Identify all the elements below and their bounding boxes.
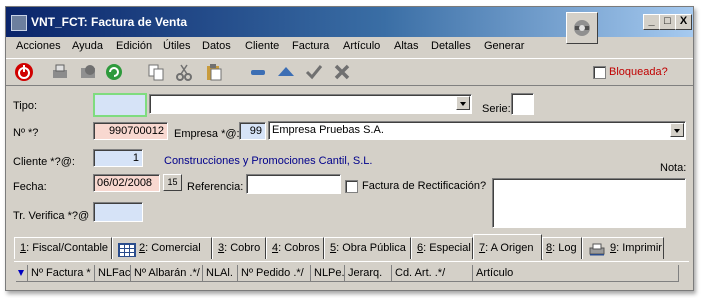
menu-datos[interactable]: Datos [202, 40, 231, 52]
grid-sort-indicator[interactable] [16, 265, 28, 282]
tab-obra-publica[interactable]: 5: Obra Pública [324, 237, 411, 259]
serie-label: Serie: [482, 103, 511, 115]
blocked-label: Bloqueada? [609, 66, 668, 78]
grid-icon [118, 243, 136, 257]
rectificacion-checkbox[interactable] [345, 180, 358, 193]
cut-icon[interactable] [174, 62, 194, 82]
tab-a-origen[interactable]: 7: A Origen [473, 234, 542, 260]
title-bar[interactable]: VNT_FCT: Factura de Venta _ □ X [6, 7, 693, 44]
grid-header-nalbaran[interactable]: Nº Albarán .*/ [131, 265, 203, 282]
fecha-field[interactable]: 06/02/2008 [93, 174, 160, 192]
power-icon[interactable] [14, 62, 34, 82]
empresa-code-field[interactable]: 99 [239, 122, 266, 140]
menu-cliente[interactable]: Cliente [245, 40, 279, 52]
empresa-select[interactable]: Empresa Pruebas S.A. [268, 121, 686, 140]
tab-cobros[interactable]: 4: Cobros [266, 237, 324, 259]
cliente-label: Cliente *?@: [13, 156, 75, 168]
num-field[interactable]: 990700012 [93, 122, 168, 140]
delete-icon[interactable] [332, 62, 352, 82]
cliente-code-field[interactable]: 1 [93, 149, 143, 167]
menu-altas[interactable]: Altas [394, 40, 418, 52]
chevron-down-icon[interactable] [456, 96, 470, 110]
menu-bar: Acciones Ayuda Edición Útiles Datos Clie… [6, 38, 693, 56]
tab-cobro[interactable]: 3: Cobro [212, 237, 266, 259]
copy-icon[interactable] [146, 62, 166, 82]
sort-down-icon [18, 270, 24, 276]
window-title: VNT_FCT: Factura de Venta [31, 15, 188, 29]
menu-acciones[interactable]: Acciones [16, 40, 61, 52]
referencia-label: Referencia: [187, 181, 244, 193]
app-icon [11, 15, 27, 31]
tipo-code-field[interactable] [93, 93, 147, 117]
close-button[interactable]: X [675, 14, 692, 30]
tr-field[interactable] [93, 202, 143, 222]
printer-icon [589, 243, 605, 259]
grid-header-nfactura[interactable]: Nº Factura * [28, 265, 95, 282]
grid-header-npedido[interactable]: Nº Pedido .*/ [238, 265, 311, 282]
tab-especial[interactable]: 6: Especial [411, 237, 473, 259]
check-icon[interactable] [304, 62, 324, 82]
grid-header-nlal[interactable]: NLAl. [203, 265, 238, 282]
fecha-label: Fecha: [13, 181, 47, 193]
chevron-down-icon[interactable] [670, 123, 684, 137]
minimize-button[interactable]: _ [643, 14, 660, 30]
preview-icon[interactable] [78, 62, 98, 82]
minus-icon[interactable] [248, 62, 268, 82]
menu-factura[interactable]: Factura [292, 40, 329, 52]
maximize-button[interactable]: □ [659, 14, 676, 30]
grid-header-nlfac[interactable]: NLFac [95, 265, 131, 282]
tab-log[interactable]: 8: Log [542, 237, 582, 259]
application-window: VNT_FCT: Factura de Venta _ □ X Acciones… [5, 6, 694, 291]
nota-label: Nota: [660, 162, 687, 174]
grid-header-articulo[interactable]: Artículo [473, 265, 679, 282]
rectificacion-label: Factura de Rectificación? [362, 180, 487, 192]
tab-fiscal-contable[interactable]: 1: Fiscal/Contable [14, 237, 112, 259]
menu-ayuda[interactable]: Ayuda [72, 40, 103, 52]
cliente-name: Construcciones y Promociones Cantil, S.L… [164, 155, 373, 167]
tab-imprimir[interactable]: 9: Imprimir [582, 237, 664, 259]
menu-edicion[interactable]: Edición [116, 40, 152, 52]
grid-header-jerarq[interactable]: Jerarq. [345, 265, 392, 282]
tab-divider [14, 261, 689, 262]
tab-comercial[interactable]: 2: Comercial [112, 237, 212, 259]
toolbar: Bloqueada? [6, 58, 693, 86]
blocked-checkbox[interactable] [593, 66, 606, 79]
paste-icon[interactable] [204, 62, 224, 82]
nota-textarea[interactable] [492, 178, 686, 228]
menu-articulo[interactable]: Artículo [343, 40, 380, 52]
referencia-field[interactable] [246, 174, 341, 194]
print-icon[interactable] [50, 62, 70, 82]
detail-grid: Nº Factura * NLFac Nº Albarán .*/ NLAl. … [16, 265, 686, 283]
tr-label: Tr. Verifica *?@ [13, 210, 90, 222]
grid-header-cdart[interactable]: Cd. Art. .*/ [392, 265, 473, 282]
calendar-icon[interactable]: 15 [163, 174, 182, 191]
tab-strip: 1: Fiscal/Contable 2: Comercial 3: Cobro… [14, 234, 689, 262]
refresh-icon[interactable] [104, 62, 124, 82]
menu-detalles[interactable]: Detalles [431, 40, 471, 52]
empresa-label: Empresa *@: [174, 128, 240, 140]
triangle-icon[interactable] [276, 62, 296, 82]
menu-utiles[interactable]: Útiles [163, 40, 191, 52]
tipo-select[interactable] [149, 94, 472, 114]
grid-header-nlpe[interactable]: NLPe. [311, 265, 345, 282]
menu-generar[interactable]: Generar [484, 40, 524, 52]
serie-field[interactable] [511, 93, 534, 115]
tipo-label: Tipo: [13, 100, 38, 112]
num-label: Nº *? [13, 127, 39, 139]
